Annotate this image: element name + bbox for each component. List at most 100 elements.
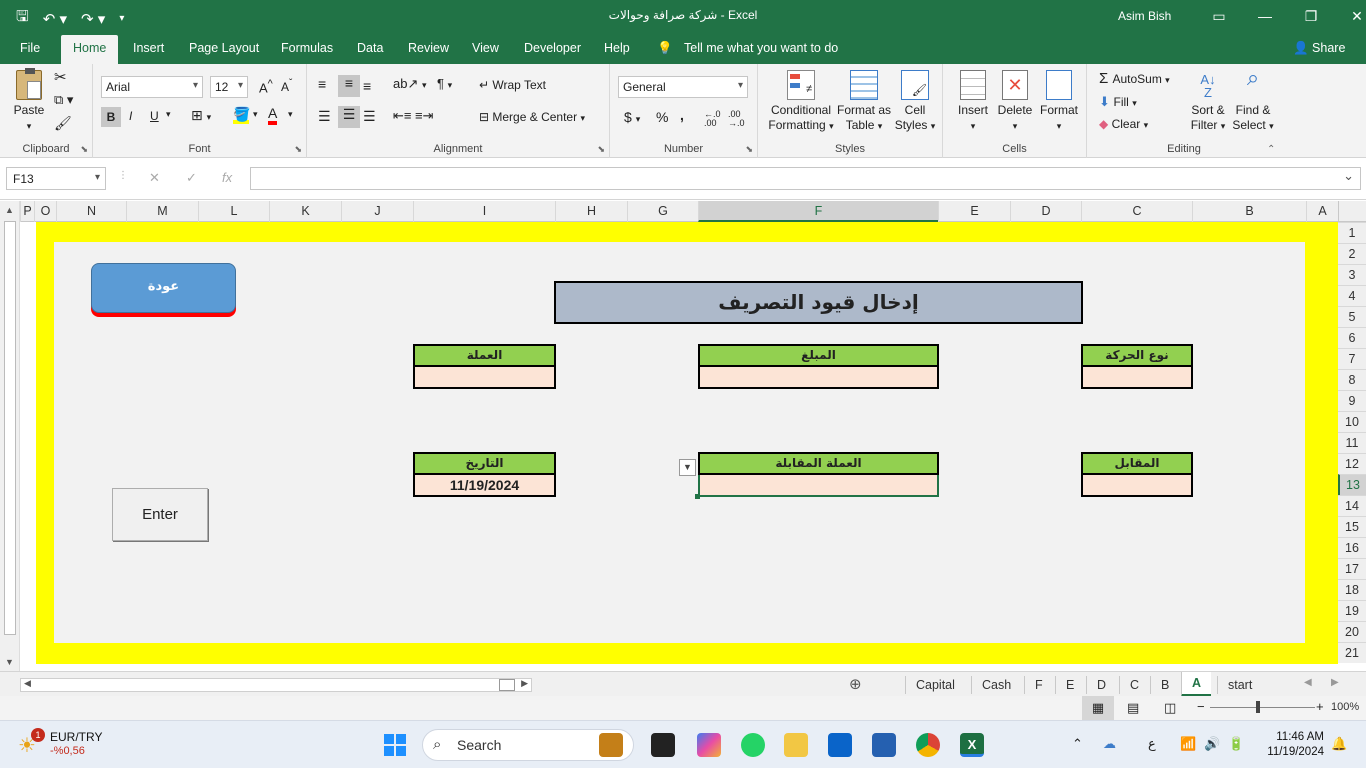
tab-insert[interactable]: Insert [133, 41, 164, 55]
merge-center-button[interactable]: ⊟ Merge & Center ▾ [479, 110, 585, 124]
tab-formulas[interactable]: Formulas [281, 41, 333, 55]
tab-review[interactable]: Review [408, 41, 449, 55]
select-all-corner[interactable] [1338, 201, 1366, 222]
underline-button[interactable]: U [150, 109, 159, 123]
share-button[interactable]: 👤 Share [1293, 41, 1345, 56]
scroll-down-icon[interactable]: ▼ [5, 657, 14, 667]
increase-font-icon[interactable]: A^ [259, 78, 273, 95]
whatsapp-icon[interactable] [741, 733, 765, 757]
column-header[interactable]: D [1010, 201, 1081, 222]
font-name-combo[interactable]: Arial [101, 76, 203, 98]
cut-icon[interactable]: ✂ [54, 68, 67, 86]
horizontal-scrollbar[interactable]: ◀ ▶ [20, 678, 532, 692]
back-button[interactable]: عودة [91, 263, 236, 313]
date-input[interactable]: 11/19/2024 [413, 475, 556, 497]
tell-me-search[interactable]: Tell me what you want to do [684, 41, 838, 55]
row-header[interactable]: 20 [1338, 621, 1366, 642]
increase-decimal-icon[interactable]: ←.0.00 [704, 110, 721, 128]
language-indicator[interactable]: ع [1148, 736, 1156, 752]
ribbon-display-icon[interactable]: ▭ [1196, 4, 1242, 28]
column-header[interactable]: K [269, 201, 341, 222]
column-header[interactable]: L [198, 201, 269, 222]
battery-icon[interactable]: 🔋 [1228, 736, 1244, 752]
sheet-tab-cash[interactable]: Cash [971, 676, 1021, 694]
restore-icon[interactable]: ❐ [1288, 4, 1334, 28]
cell-styles-button[interactable]: 🖌 Cell Styles ▾ [894, 70, 936, 134]
sheet-tab-e[interactable]: E [1055, 676, 1084, 694]
scroll-left-icon[interactable]: ◀ [24, 678, 31, 689]
fill-button[interactable]: ⬇ Fill ▾ [1099, 94, 1137, 110]
row-header[interactable]: 21 [1338, 642, 1366, 663]
copy-icon[interactable]: ⧉ ▾ [54, 92, 73, 108]
windows-start-icon[interactable] [384, 734, 406, 756]
tab-scroll-right-icon[interactable]: ▶ [1331, 677, 1339, 688]
insert-function-icon[interactable]: fx [222, 170, 232, 185]
file-explorer-icon[interactable] [784, 733, 808, 757]
delete-cells-button[interactable]: ✕ Delete ▾ [995, 70, 1035, 134]
column-header[interactable]: P [20, 201, 34, 222]
zoom-level[interactable]: 100% [1331, 701, 1359, 713]
scroll-right-icon[interactable]: ▶ [521, 678, 528, 689]
row-header[interactable]: 14 [1338, 495, 1366, 516]
wrap-text-button[interactable]: ↵ Wrap Text [479, 78, 546, 92]
tab-developer[interactable]: Developer [524, 41, 581, 55]
text-direction-icon[interactable]: ¶ ▾ [437, 76, 452, 91]
sheet-tab-capital[interactable]: Capital [905, 676, 965, 694]
minimize-icon[interactable]: — [1242, 4, 1288, 28]
percent-button[interactable]: % [656, 109, 668, 125]
close-icon[interactable]: ✕ [1334, 4, 1366, 28]
row-header[interactable]: 4 [1338, 285, 1366, 306]
row-header[interactable]: 1 [1338, 222, 1366, 243]
orientation-icon[interactable]: ab↗ ▾ [393, 76, 427, 92]
row-header[interactable]: 17 [1338, 558, 1366, 579]
tab-scroll-left-icon[interactable]: ◀ [1304, 677, 1312, 688]
font-color-icon[interactable]: A [268, 106, 278, 125]
row-header[interactable]: 19 [1338, 600, 1366, 621]
clear-button[interactable]: ◆ Clear ▾ [1099, 117, 1148, 131]
movement-type-input[interactable] [1081, 367, 1193, 389]
task-view-icon[interactable] [651, 733, 675, 757]
font-size-combo[interactable]: 12 [210, 76, 248, 98]
zoom-slider-track[interactable] [1210, 707, 1315, 708]
sort-filter-button[interactable]: A↓ Z Sort & Filter ▾ [1187, 70, 1229, 134]
tab-view[interactable]: View [472, 41, 499, 55]
fill-handle[interactable] [695, 494, 700, 499]
cancel-icon[interactable]: ✕ [149, 170, 160, 186]
zoom-in-icon[interactable]: + [1316, 699, 1324, 714]
row-header[interactable]: 2 [1338, 243, 1366, 264]
scroll-thumb[interactable] [499, 679, 515, 691]
italic-button[interactable]: I [129, 109, 132, 123]
amount-input[interactable] [698, 367, 939, 389]
excel-taskbar-icon[interactable]: X [960, 733, 984, 757]
comma-button[interactable]: , [680, 107, 684, 123]
sheet-tab-f[interactable]: F [1024, 676, 1053, 694]
sheet-tab-b[interactable]: B [1150, 676, 1179, 694]
store-icon[interactable] [872, 733, 896, 757]
volume-icon[interactable]: 🔊 [1204, 736, 1220, 752]
onedrive-icon[interactable]: ☁ [1103, 736, 1116, 752]
column-header[interactable]: E [938, 201, 1010, 222]
column-header[interactable]: O [34, 201, 56, 222]
tab-home[interactable]: Home [61, 35, 119, 64]
chrome-icon[interactable] [916, 733, 940, 757]
system-clock[interactable]: 11:46 AM 11/19/2024 [1258, 730, 1324, 760]
find-select-button[interactable]: ⌕ Find & Select ▾ [1231, 67, 1275, 134]
formula-input[interactable] [250, 167, 1361, 190]
column-header[interactable]: M [126, 201, 198, 222]
collapse-ribbon-icon[interactable]: ⌃ [1267, 144, 1275, 155]
counter-currency-input[interactable] [698, 475, 939, 497]
align-right-icon[interactable]: ☰ [363, 108, 376, 125]
font-color-dropdown-icon[interactable]: ▾ [288, 109, 293, 120]
column-header[interactable]: C [1081, 201, 1192, 222]
conditional-formatting-button[interactable]: ≠ Conditional Formatting ▾ [764, 70, 838, 134]
scroll-up-icon[interactable]: ▲ [5, 205, 14, 215]
bold-button[interactable]: B [101, 107, 121, 127]
wifi-icon[interactable]: 📶 [1180, 736, 1196, 752]
vertical-scrollbar[interactable]: ▲ ▼ [0, 201, 20, 671]
format-cells-button[interactable]: Format ▾ [1037, 70, 1081, 134]
dialog-launcher-icon[interactable]: ⬊ [80, 144, 88, 155]
tab-help[interactable]: Help [604, 41, 630, 55]
paste-button[interactable]: Paste ▾ [10, 68, 48, 134]
row-header[interactable]: 15 [1338, 516, 1366, 537]
sheet-tab-start[interactable]: start [1217, 676, 1262, 694]
